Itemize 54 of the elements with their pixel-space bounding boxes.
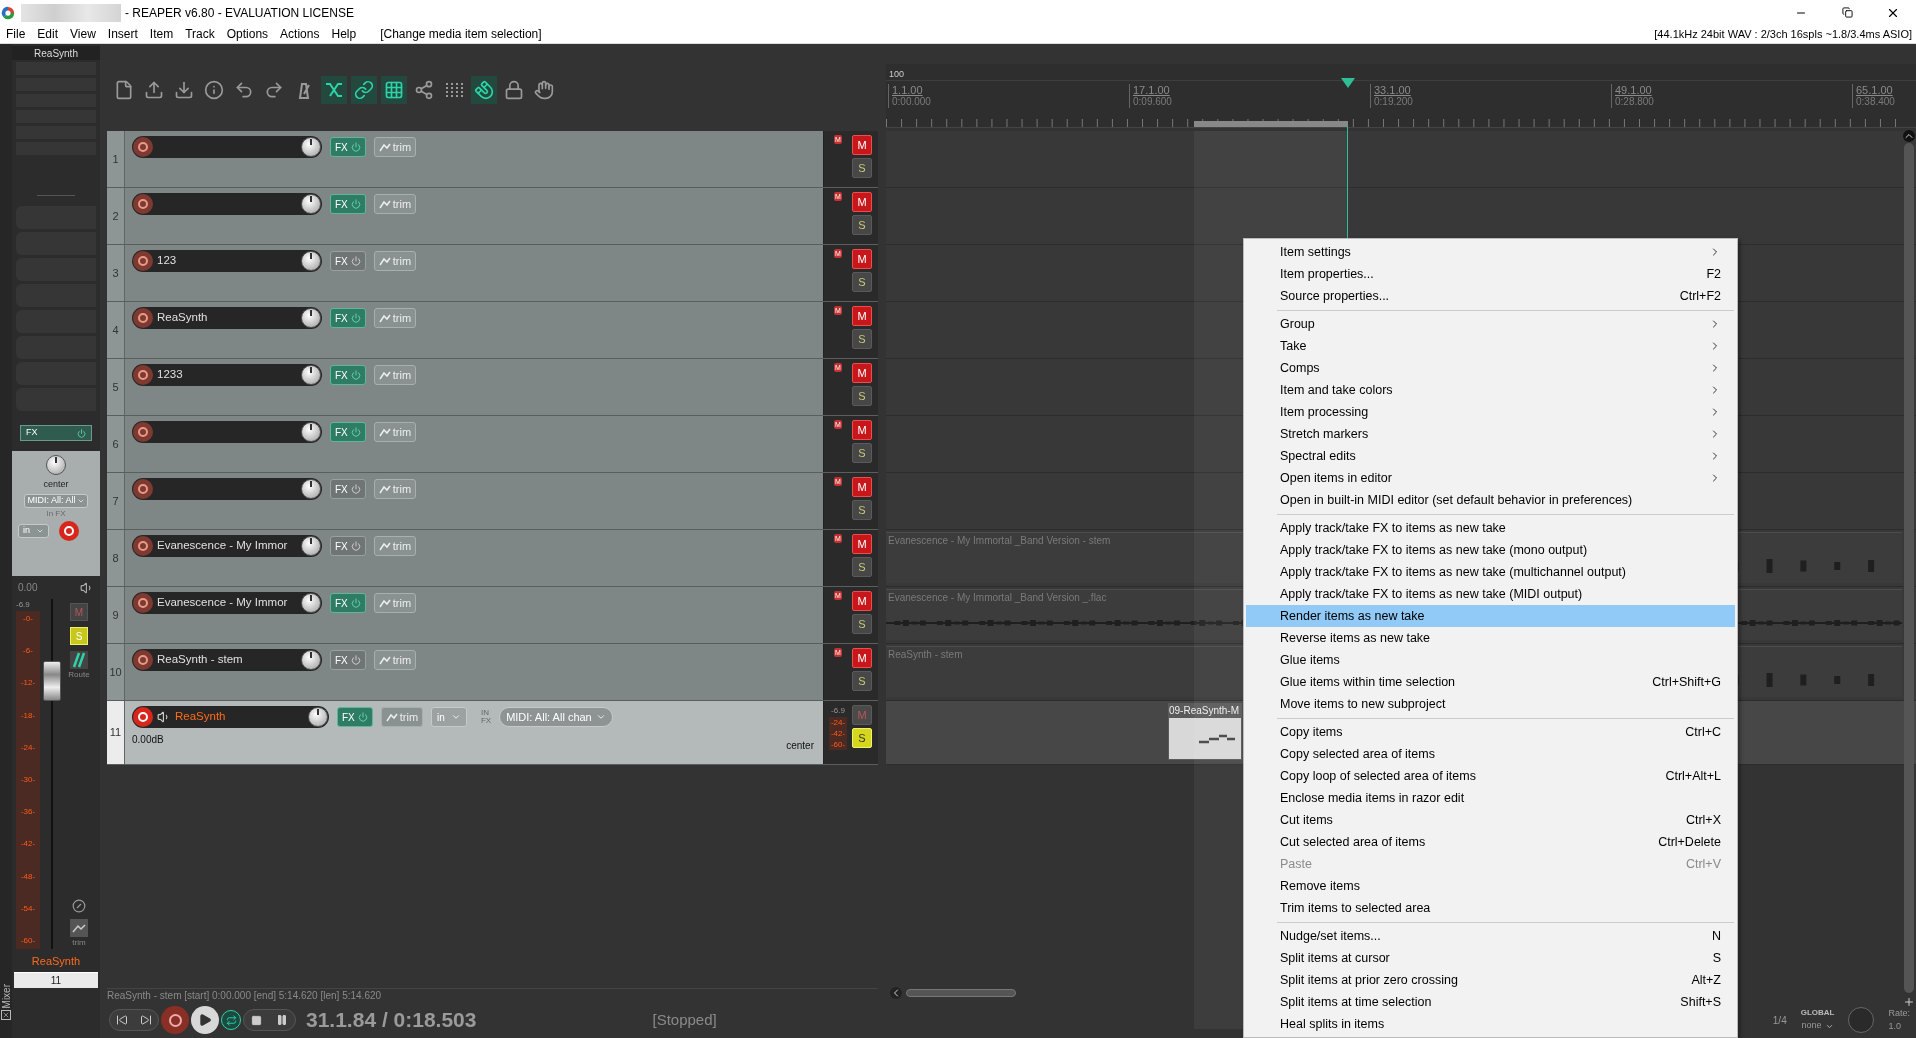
strip-track-name: ReaSynth <box>12 46 100 60</box>
track-name: 1233 <box>157 367 184 383</box>
track-number: 1 <box>112 151 119 167</box>
track-name: 123 <box>157 253 178 269</box>
input-fx-label: FX <box>480 717 492 725</box>
level-meter: -24- -42- -60- <box>829 717 847 750</box>
pan-readout: center <box>43 478 69 491</box>
track-name: ReaSynth - stem <box>157 652 244 668</box>
track-number: 2 <box>112 208 119 224</box>
track-name: ReaSynth <box>175 709 227 725</box>
bar-label: 65.1.00 <box>1856 84 1894 96</box>
time-label: 0:38.400 <box>1856 96 1895 108</box>
automation-mode-label: GLOBAL <box>1800 1007 1835 1020</box>
bar-label: 49.1.00 <box>1615 84 1653 96</box>
track-number: 5 <box>112 379 119 395</box>
track-number: 7 <box>112 493 119 509</box>
track-number: 11 <box>109 725 122 741</box>
peak-readout: -6.9 <box>831 705 845 717</box>
action-hint: [Change media item selection] <box>380 26 542 43</box>
level-meter: -0- -6- -12- -18- -24- -30- -36- -42- -48- -54- -60- <box>16 611 40 949</box>
play-state: [Stopped] <box>652 1009 717 1030</box>
bar-label: 1.1.00 <box>892 84 924 96</box>
volume-readout: 0.00 <box>18 581 38 595</box>
track-number: 3 <box>112 265 119 281</box>
peak-readout: -6.9 <box>16 599 31 611</box>
bar-label: 33.1.00 <box>1374 84 1412 96</box>
time-position: 31.1.84 / 0:18.503 <box>306 1007 477 1034</box>
time-label: 0:09.600 <box>1133 96 1172 108</box>
track-number-field: 11 <box>14 971 98 988</box>
time-label: 0:19.200 <box>1374 96 1413 108</box>
rate-value: 1.0 <box>1888 1020 1902 1033</box>
track-number: 10 <box>109 664 122 680</box>
track-name: Evanescence - My Immor <box>157 538 289 554</box>
track-name: ReaSynth <box>157 310 209 326</box>
track-number: 6 <box>112 436 119 452</box>
rate-label: Rate: <box>1888 1006 1910 1020</box>
track-number: 4 <box>112 322 119 338</box>
track-name: Evanescence - My Immor <box>157 595 289 611</box>
track-number: 8 <box>112 550 119 566</box>
tempo-marker: 100 <box>889 68 905 81</box>
volume-readout: 0.00dB <box>132 733 164 747</box>
time-label: 0:00.000 <box>892 96 931 108</box>
window-title: - REAPER v6.80 - EVALUATION LICENSE <box>125 4 354 22</box>
item-label: ReaSynth - stem <box>887 648 963 662</box>
pan-readout: center <box>786 739 814 753</box>
item-label: Evanescence - My Immortal _Band Version - stem <box>887 534 1111 548</box>
item-label: 09-ReaSynth-M <box>1168 704 1240 718</box>
track-number: 9 <box>112 607 119 623</box>
time-label: 0:28.800 <box>1615 96 1654 108</box>
status-line: ReaSynth - stem [start] 0:00.000 [end] 5:14.620 [len] 5:14.620 <box>107 989 382 1003</box>
audio-status: [44.1kHz 24bit WAV : 2/3ch 16spls ~1.8/3.4ms ASIO] <box>1654 26 1912 42</box>
bar-label: 17.1.00 <box>1133 84 1171 96</box>
input-fx-label: IN <box>480 709 490 717</box>
strip-name: ReaSynth <box>30 954 82 969</box>
